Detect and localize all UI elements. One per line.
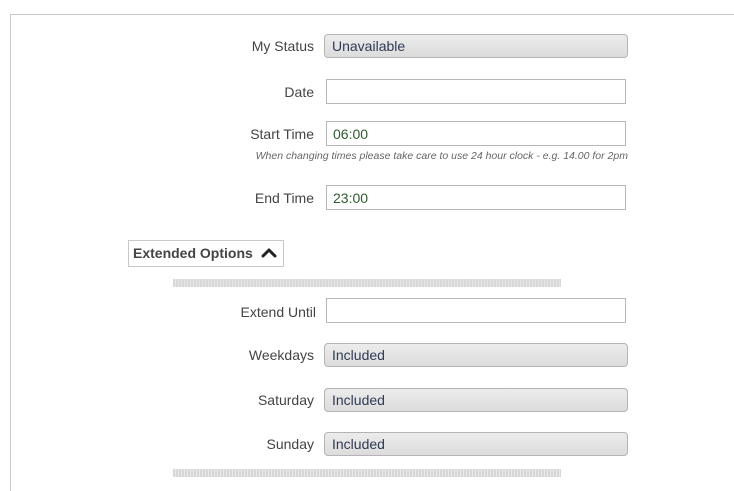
sunday-select[interactable]: Included — [324, 432, 628, 456]
end-time-input[interactable] — [326, 185, 626, 210]
chevron-up-icon — [261, 245, 277, 261]
section-separator-bottom — [173, 469, 561, 477]
section-separator-top — [173, 279, 561, 287]
sunday-label: Sunday — [266, 436, 314, 452]
weekdays-label: Weekdays — [248, 347, 314, 363]
my-status-select[interactable]: Unavailable — [324, 34, 628, 58]
saturday-label: Saturday — [257, 392, 314, 408]
extended-options-toggle[interactable]: Extended Options — [128, 240, 284, 267]
extended-options-label: Extended Options — [133, 245, 253, 261]
date-input[interactable] — [326, 79, 626, 104]
extend-until-input[interactable] — [326, 298, 626, 323]
weekdays-select[interactable]: Included — [324, 343, 628, 367]
start-time-label: Start Time — [250, 126, 314, 142]
time-format-hint: When changing times please take care to … — [255, 150, 628, 162]
date-label: Date — [284, 84, 314, 100]
my-status-label: My Status — [251, 38, 314, 54]
saturday-select[interactable]: Included — [324, 388, 628, 412]
end-time-label: End Time — [254, 190, 314, 206]
extend-until-label: Extend Until — [240, 304, 316, 320]
start-time-input[interactable] — [326, 121, 626, 146]
